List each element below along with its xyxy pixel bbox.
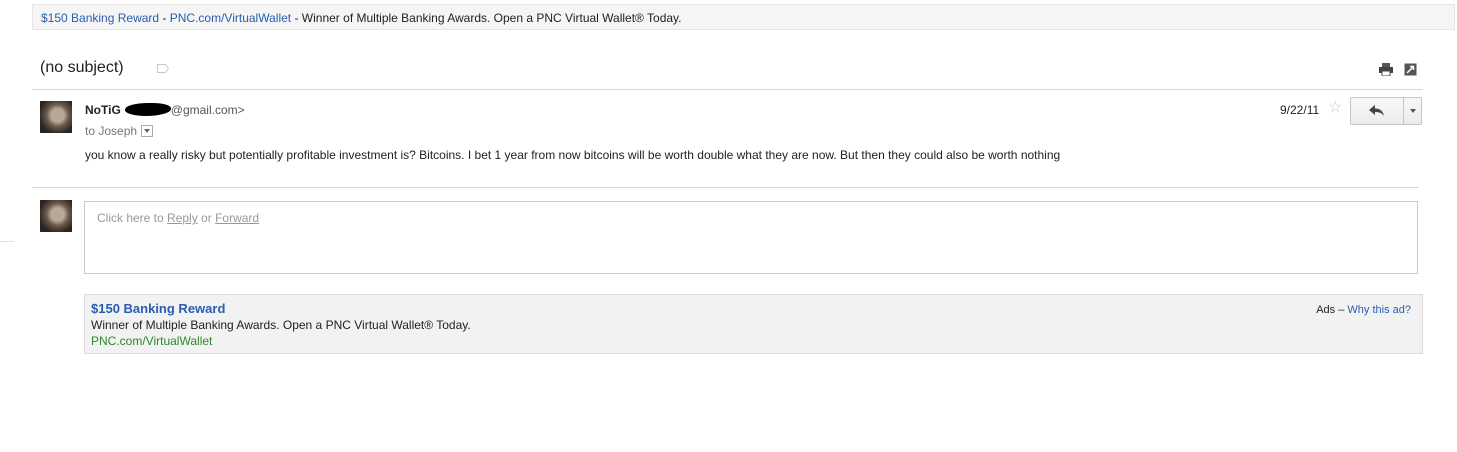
ads-info: Ads – Why this ad? [1316, 304, 1411, 316]
print-icon[interactable] [1379, 63, 1393, 76]
bottom-ad-description: Winner of Multiple Banking Awards. Open … [91, 318, 471, 332]
reply-prompt-prefix: Click here to [97, 211, 168, 225]
bottom-ad-title-link[interactable]: $150 Banking Reward [91, 301, 225, 316]
reply-button[interactable] [1351, 98, 1404, 124]
sender-name[interactable]: NoTiG [85, 103, 121, 117]
top-ad-separator: - [159, 11, 170, 25]
sender-avatar[interactable] [40, 101, 72, 133]
reply-icon [1369, 105, 1384, 116]
user-avatar [40, 200, 72, 232]
recipient-name: Joseph [98, 124, 138, 138]
ads-label: Ads – [1316, 304, 1348, 316]
top-ad-separator: - [291, 11, 302, 25]
bottom-ad-url-link[interactable]: PNC.com/VirtualWallet [91, 334, 212, 348]
message-date: 9/22/11 [1280, 103, 1320, 117]
top-ad-title-link[interactable]: $150 Banking Reward [41, 11, 159, 25]
reply-box-prompt: Click here to Reply or Forward [97, 211, 259, 225]
star-icon[interactable]: ☆ [1328, 100, 1342, 116]
divider [0, 241, 14, 242]
details-dropdown-icon[interactable] [141, 125, 154, 137]
top-ad-description: Winner of Multiple Banking Awards. Open … [301, 11, 682, 25]
reply-prompt-middle: or [197, 211, 216, 225]
forward-link[interactable]: Forward [215, 211, 259, 225]
reply-box[interactable]: Click here to Reply or Forward [84, 201, 1418, 274]
top-ad-bar: $150 Banking Reward - PNC.com/VirtualWal… [32, 4, 1455, 30]
divider [32, 89, 1423, 90]
reply-link[interactable]: Reply [167, 211, 198, 225]
thread-subject: (no subject) [40, 59, 124, 76]
top-ad-url-link[interactable]: PNC.com/VirtualWallet [170, 11, 291, 25]
redaction-mark [124, 103, 171, 116]
recipient-line: to Joseph [85, 124, 154, 138]
more-options-button[interactable] [1404, 98, 1422, 124]
divider [32, 187, 1419, 188]
sender-line: NoTiG @gmail.com> [85, 103, 245, 117]
label-icon[interactable] [157, 64, 169, 73]
why-this-ad-link[interactable]: Why this ad? [1347, 304, 1411, 316]
recipient-prefix: to [85, 124, 96, 138]
message-body: you know a really risky but potentially … [85, 148, 1061, 162]
bottom-ad: $150 Banking Reward Winner of Multiple B… [84, 294, 1423, 354]
top-ad-content: $150 Banking Reward - PNC.com/VirtualWal… [41, 11, 681, 25]
reply-button-group [1350, 97, 1422, 125]
new-window-icon[interactable] [1404, 63, 1417, 76]
sender-email: @gmail.com> [170, 103, 245, 117]
